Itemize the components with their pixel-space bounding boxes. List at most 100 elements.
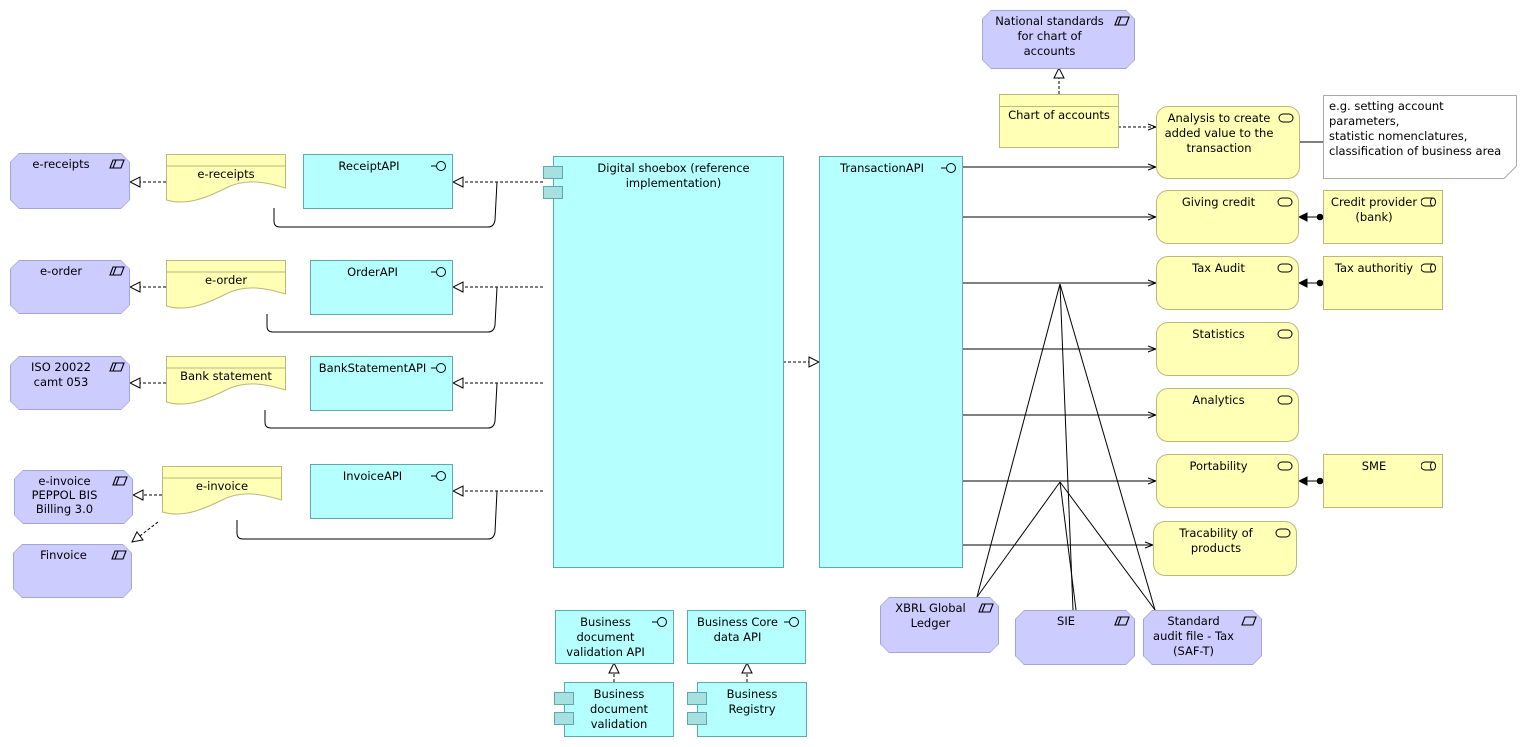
role-credit-provider[interactable]: Credit provider (bank) — [1323, 190, 1443, 244]
realization-finvoice — [132, 521, 159, 542]
constraint-national-standards[interactable]: National standards for chart of accounts — [982, 10, 1135, 69]
requirement-saf-t[interactable]: Standard audit file - Tax (SAF-T) — [1143, 610, 1262, 665]
interface-label: OrderAPI — [347, 265, 398, 279]
service-icon — [1277, 395, 1293, 405]
representation-label: e-order — [204, 273, 248, 287]
service-statistics[interactable]: Statistics — [1156, 322, 1299, 376]
interface-icon — [431, 363, 446, 373]
component-business-registry[interactable]: Business Registry — [697, 682, 807, 737]
business-object-chart-of-accounts[interactable]: Chart of accounts — [999, 94, 1119, 148]
representation-shape — [166, 356, 286, 405]
role-icon — [1421, 263, 1436, 273]
interface-business-core-data-api[interactable]: Business Core data API — [687, 610, 806, 664]
interface-label: Business document validation API — [566, 615, 645, 659]
representation-label: e-receipts — [197, 167, 255, 181]
constraint-label: e-receipts — [32, 157, 90, 171]
component-icon — [554, 692, 574, 705]
constraint-label: e-order — [39, 264, 83, 278]
service-label: Analytics — [1192, 393, 1245, 407]
service-label: Tracability of products — [1179, 526, 1253, 555]
service-analysis[interactable]: Analysis to create added value to the tr… — [1156, 106, 1300, 179]
constraint-label: National standards for chart of accounts — [995, 14, 1104, 58]
service-label: Tax Audit — [1192, 261, 1245, 275]
note[interactable]: e.g. setting account parameters, statist… — [1323, 95, 1517, 179]
role-label: SME — [1361, 459, 1387, 473]
component-icon — [543, 186, 563, 199]
constraint-e-receipts[interactable]: e-receipts — [10, 153, 130, 209]
component-label: Business document validation — [589, 687, 649, 731]
interface-business-document-validation-api[interactable]: Business document validation API — [555, 610, 674, 664]
service-icon — [1277, 329, 1293, 339]
representation-e-order[interactable]: e-order — [166, 260, 286, 316]
interface-label: Business Core data API — [697, 615, 778, 644]
constraint-sie[interactable]: SIE — [1015, 610, 1135, 665]
object-header-line — [1000, 106, 1118, 107]
object-label: Chart of accounts — [1008, 108, 1110, 122]
constraint-icon — [978, 602, 994, 614]
constraint-label: e-invoice PEPPOL BIS Billing 3.0 — [31, 474, 98, 516]
constraint-icon — [1114, 15, 1130, 27]
component-label: Business Registry — [726, 687, 778, 716]
service-icon — [1275, 528, 1291, 538]
interface-icon — [431, 161, 446, 171]
service-giving-credit[interactable]: Giving credit — [1156, 190, 1299, 244]
assoc-port-saft — [1059, 481, 1156, 611]
requirement-icon — [1241, 615, 1257, 627]
interface-icon — [652, 617, 667, 627]
interface-invoiceapi[interactable]: InvoiceAPI — [310, 464, 453, 519]
component-icon — [543, 166, 563, 179]
constraint-peppol[interactable]: e-invoice PEPPOL BIS Billing 3.0 — [14, 470, 133, 524]
service-icon — [1277, 197, 1293, 207]
service-icon — [1277, 461, 1293, 471]
component-business-document-validation[interactable]: Business document validation — [564, 682, 674, 737]
assoc-port-xbrl — [976, 481, 1061, 598]
role-sme[interactable]: SME — [1323, 454, 1443, 508]
assoc-port-sie — [1059, 481, 1077, 611]
constraint-icon — [112, 475, 128, 487]
interface-orderapi[interactable]: OrderAPI — [310, 260, 453, 315]
service-icon — [1278, 113, 1294, 123]
constraint-xbrl-gl[interactable]: XBRL Global Ledger — [880, 597, 999, 653]
role-tax-authority[interactable]: Tax authoritiy — [1323, 256, 1443, 310]
interface-label: BankStatementAPI — [318, 361, 427, 375]
constraint-icon — [1114, 615, 1130, 627]
role-label: Tax authoritiy — [1334, 261, 1414, 275]
component-icon — [554, 712, 574, 725]
interface-icon — [431, 267, 446, 277]
assoc-tax-xbrl — [976, 283, 1061, 598]
interface-label: InvoiceAPI — [342, 469, 403, 483]
service-portability[interactable]: Portability — [1156, 454, 1299, 508]
constraint-e-order[interactable]: e-order — [10, 260, 130, 314]
interface-bankstatementapi[interactable]: BankStatementAPI — [310, 356, 453, 411]
interface-icon — [784, 617, 799, 627]
interface-label: TransactionAPI — [840, 161, 924, 175]
constraint-icon — [109, 361, 125, 373]
representation-e-receipts[interactable]: e-receipts — [166, 154, 286, 210]
constraint-finvoice[interactable]: Finvoice — [13, 544, 132, 598]
interface-icon — [941, 163, 956, 173]
role-icon — [1421, 461, 1436, 471]
assoc-tax-saft — [1059, 283, 1156, 611]
constraint-iso20022[interactable]: ISO 20022 camt 053 — [10, 356, 130, 410]
service-label: Portability — [1189, 459, 1248, 473]
requirement-label: Standard audit file - Tax (SAF-T) — [1153, 614, 1234, 658]
constraint-icon — [109, 265, 125, 277]
interface-transactionapi[interactable]: TransactionAPI — [819, 156, 963, 568]
interface-receiptapi[interactable]: ReceiptAPI — [303, 154, 453, 209]
constraint-icon — [111, 549, 127, 561]
constraint-label: XBRL Global Ledger — [895, 601, 966, 630]
service-tracability[interactable]: Tracability of products — [1153, 521, 1297, 576]
component-icon — [687, 712, 707, 725]
service-analytics[interactable]: Analytics — [1156, 388, 1299, 442]
representation-shape — [166, 154, 286, 203]
role-label: Credit provider (bank) — [1330, 195, 1418, 224]
representation-e-invoice[interactable]: e-invoice — [162, 466, 282, 522]
role-icon — [1421, 197, 1436, 207]
service-tax-audit[interactable]: Tax Audit — [1156, 256, 1299, 310]
service-icon — [1277, 263, 1293, 273]
interface-icon — [431, 471, 446, 481]
component-icon — [687, 692, 707, 705]
representation-bank-statement[interactable]: Bank statement — [166, 356, 286, 412]
component-digital-shoebox[interactable]: Digital shoebox (reference implementatio… — [553, 156, 784, 568]
service-label: Statistics — [1192, 327, 1245, 341]
